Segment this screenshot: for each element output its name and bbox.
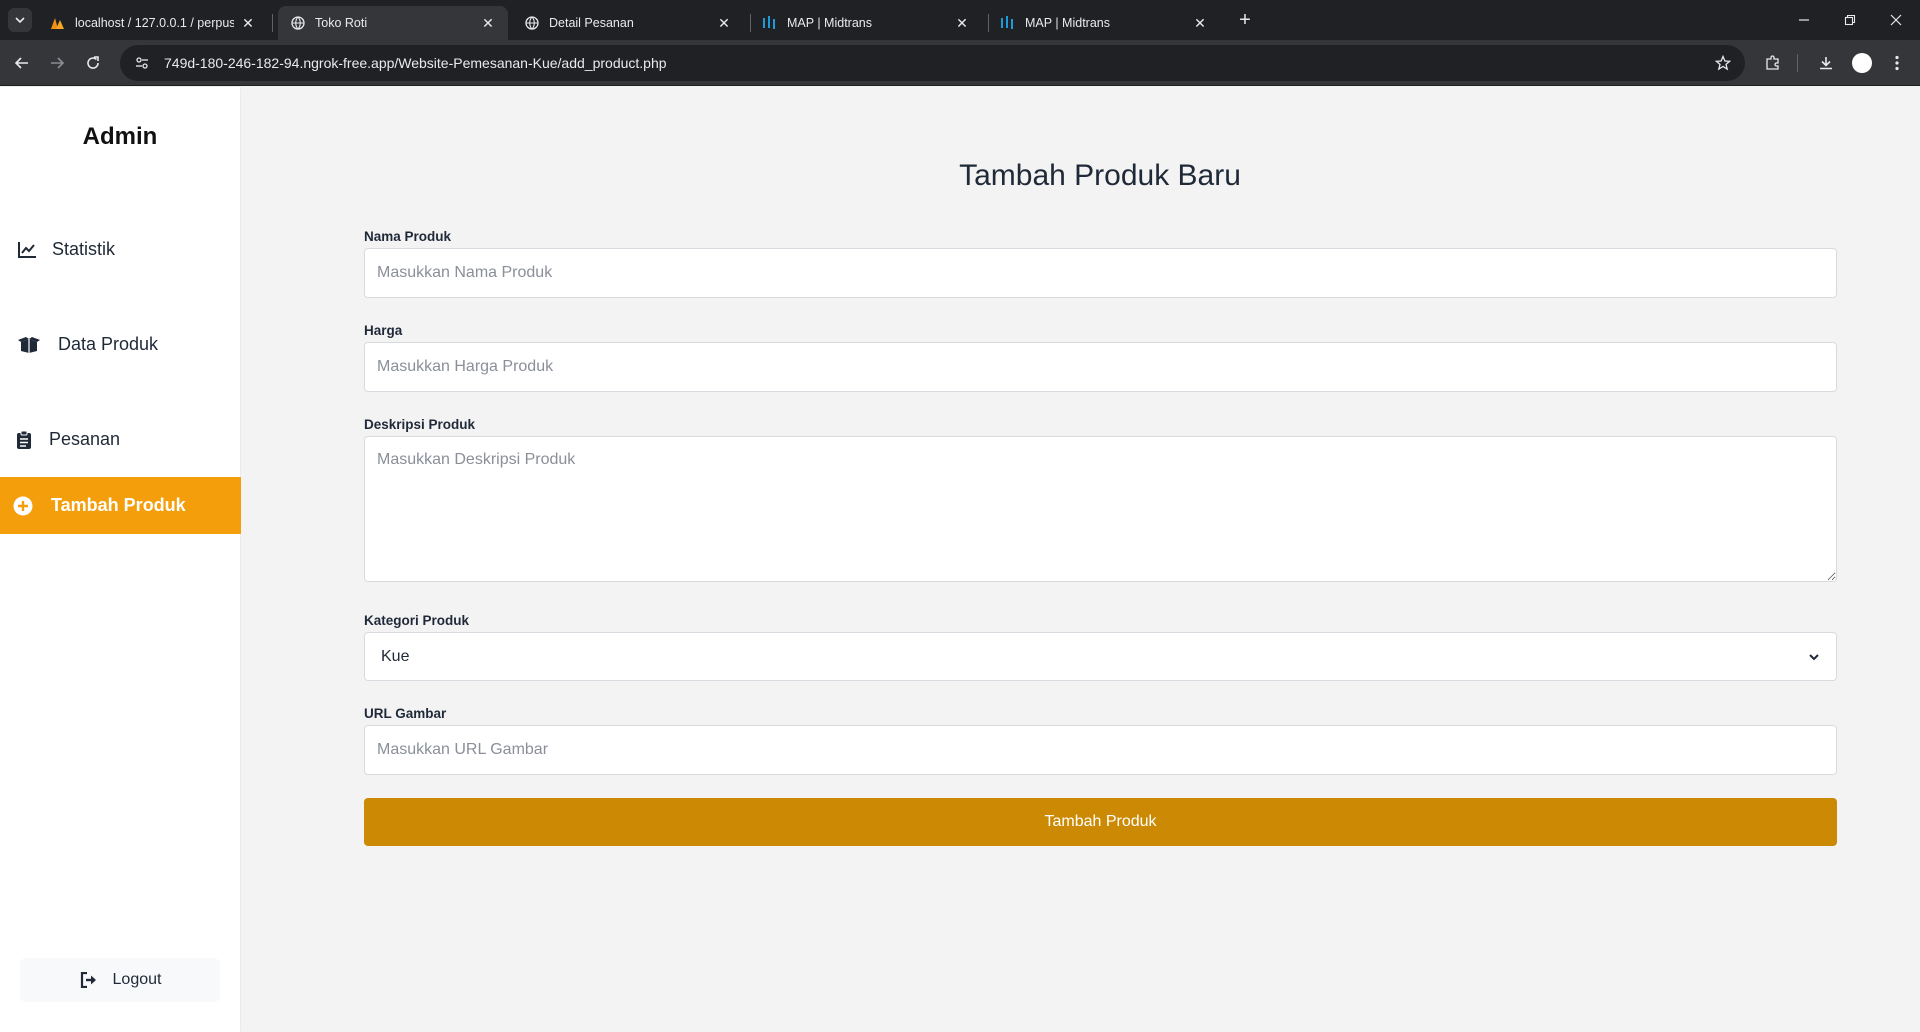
tab-title: MAP | Midtrans	[1025, 16, 1110, 30]
chevron-down-icon	[1809, 653, 1819, 660]
sidebar-item-label: Statistik	[52, 239, 116, 259]
chevron-down-icon	[15, 17, 25, 24]
close-icon[interactable]: ✕	[240, 15, 256, 31]
browser-tab-midtrans-1[interactable]: MAP | Midtrans ✕	[750, 6, 982, 40]
downloads-button[interactable]	[1810, 47, 1842, 79]
close-window-button[interactable]	[1872, 0, 1920, 40]
toolbar-divider	[1797, 54, 1798, 72]
browser-menu-button[interactable]	[1881, 47, 1913, 79]
sidebar-item-label: Data Produk	[58, 334, 159, 354]
sidebar-item-tambah-produk[interactable]: Tambah Produk	[0, 477, 246, 534]
tab-title: localhost / 127.0.0.1 / perpustaka	[75, 16, 234, 30]
sidebar-item-label: Pesanan	[49, 429, 121, 449]
restore-button[interactable]	[1826, 0, 1874, 40]
chart-line-icon	[16, 239, 38, 261]
midtrans-icon	[762, 15, 778, 31]
plus-icon: +	[1239, 8, 1251, 31]
close-icon[interactable]: ✕	[716, 15, 732, 31]
tab-title: Detail Pesanan	[549, 16, 634, 30]
sidebar-item-data-produk[interactable]: Data Produk	[0, 316, 246, 373]
forward-button[interactable]	[41, 47, 73, 79]
minimize-icon	[1799, 19, 1809, 21]
product-name-input[interactable]	[364, 248, 1837, 298]
description-textarea[interactable]	[364, 436, 1837, 582]
browser-toolbar: 749d-180-246-182-94.ngrok-free.app/Websi…	[0, 40, 1920, 86]
close-icon	[1890, 14, 1902, 26]
plus-circle-icon	[12, 495, 34, 517]
restore-icon	[1844, 14, 1856, 26]
tab-search-button[interactable]	[8, 8, 32, 32]
clipboard-list-icon	[16, 429, 32, 451]
arrow-left-icon	[14, 57, 28, 69]
extensions-button[interactable]	[1757, 47, 1789, 79]
tab-divider	[272, 14, 273, 32]
browser-tab-toko-roti[interactable]: Toko Roti ✕	[278, 6, 508, 40]
close-icon[interactable]: ✕	[480, 15, 496, 31]
sidebar-brand: Admin	[82, 123, 158, 150]
product-name-label: Nama Produk	[364, 229, 452, 244]
arrow-right-icon	[51, 57, 65, 69]
bookmark-star-icon[interactable]	[1709, 49, 1737, 77]
midtrans-icon	[1000, 15, 1016, 31]
admin-sidebar: Admin Statistik Data Produk Pesanan Tamb…	[0, 87, 246, 1032]
minimize-button[interactable]	[1780, 0, 1828, 40]
add-product-submit-button[interactable]: Tambah Produk	[364, 798, 1837, 846]
page-title: Tambah Produk Baru	[959, 159, 1241, 192]
price-label: Harga	[364, 323, 403, 338]
image-url-input[interactable]	[364, 725, 1837, 775]
tab-title: Toko Roti	[315, 16, 368, 30]
reload-button[interactable]	[77, 47, 109, 79]
category-selected-value: Kue	[381, 647, 410, 665]
image-url-label: URL Gambar	[364, 706, 447, 721]
close-icon[interactable]: ✕	[954, 15, 970, 31]
category-select[interactable]: Kue	[364, 632, 1837, 681]
phpmyadmin-icon	[50, 15, 66, 31]
browser-tab-midtrans-2[interactable]: MAP | Midtrans ✕	[988, 6, 1220, 40]
address-bar[interactable]: 749d-180-246-182-94.ngrok-free.app/Websi…	[120, 45, 1745, 81]
kebab-menu-icon	[1895, 55, 1899, 71]
sidebar-item-statistik[interactable]: Statistik	[0, 221, 246, 278]
price-input[interactable]	[364, 342, 1837, 392]
address-url[interactable]: 749d-180-246-182-94.ngrok-free.app/Websi…	[164, 55, 1709, 71]
globe-icon	[524, 15, 540, 31]
browser-tab-detail-pesanan[interactable]: Detail Pesanan ✕	[512, 6, 744, 40]
reload-icon	[87, 56, 99, 69]
sidebar-item-pesanan[interactable]: Pesanan	[0, 411, 246, 468]
close-icon[interactable]: ✕	[1192, 15, 1208, 31]
logout-label: Logout	[112, 971, 162, 988]
submit-label: Tambah Produk	[1044, 813, 1157, 830]
sidebar-item-label: Tambah Produk	[51, 495, 186, 515]
category-label: Kategori Produk	[364, 613, 470, 628]
profile-avatar[interactable]	[1852, 53, 1872, 73]
sign-out-icon	[79, 970, 99, 990]
browser-tab-phpmyadmin[interactable]: localhost / 127.0.0.1 / perpustaka ✕	[38, 6, 268, 40]
site-info-icon[interactable]	[132, 53, 152, 73]
puzzle-icon	[1766, 55, 1779, 70]
browser-tab-strip: localhost / 127.0.0.1 / perpustaka ✕ Tok…	[0, 0, 1920, 40]
description-label: Deskripsi Produk	[364, 417, 476, 432]
main-content: Tambah Produk Baru Nama Produk Harga Des…	[241, 87, 1920, 1032]
back-button[interactable]	[6, 47, 38, 79]
globe-icon	[290, 15, 306, 31]
tab-title: MAP | Midtrans	[787, 16, 872, 30]
new-tab-button[interactable]: +	[1233, 8, 1257, 32]
logout-button[interactable]: Logout	[20, 958, 220, 1002]
box-open-icon	[17, 334, 41, 356]
download-icon	[1820, 57, 1832, 70]
